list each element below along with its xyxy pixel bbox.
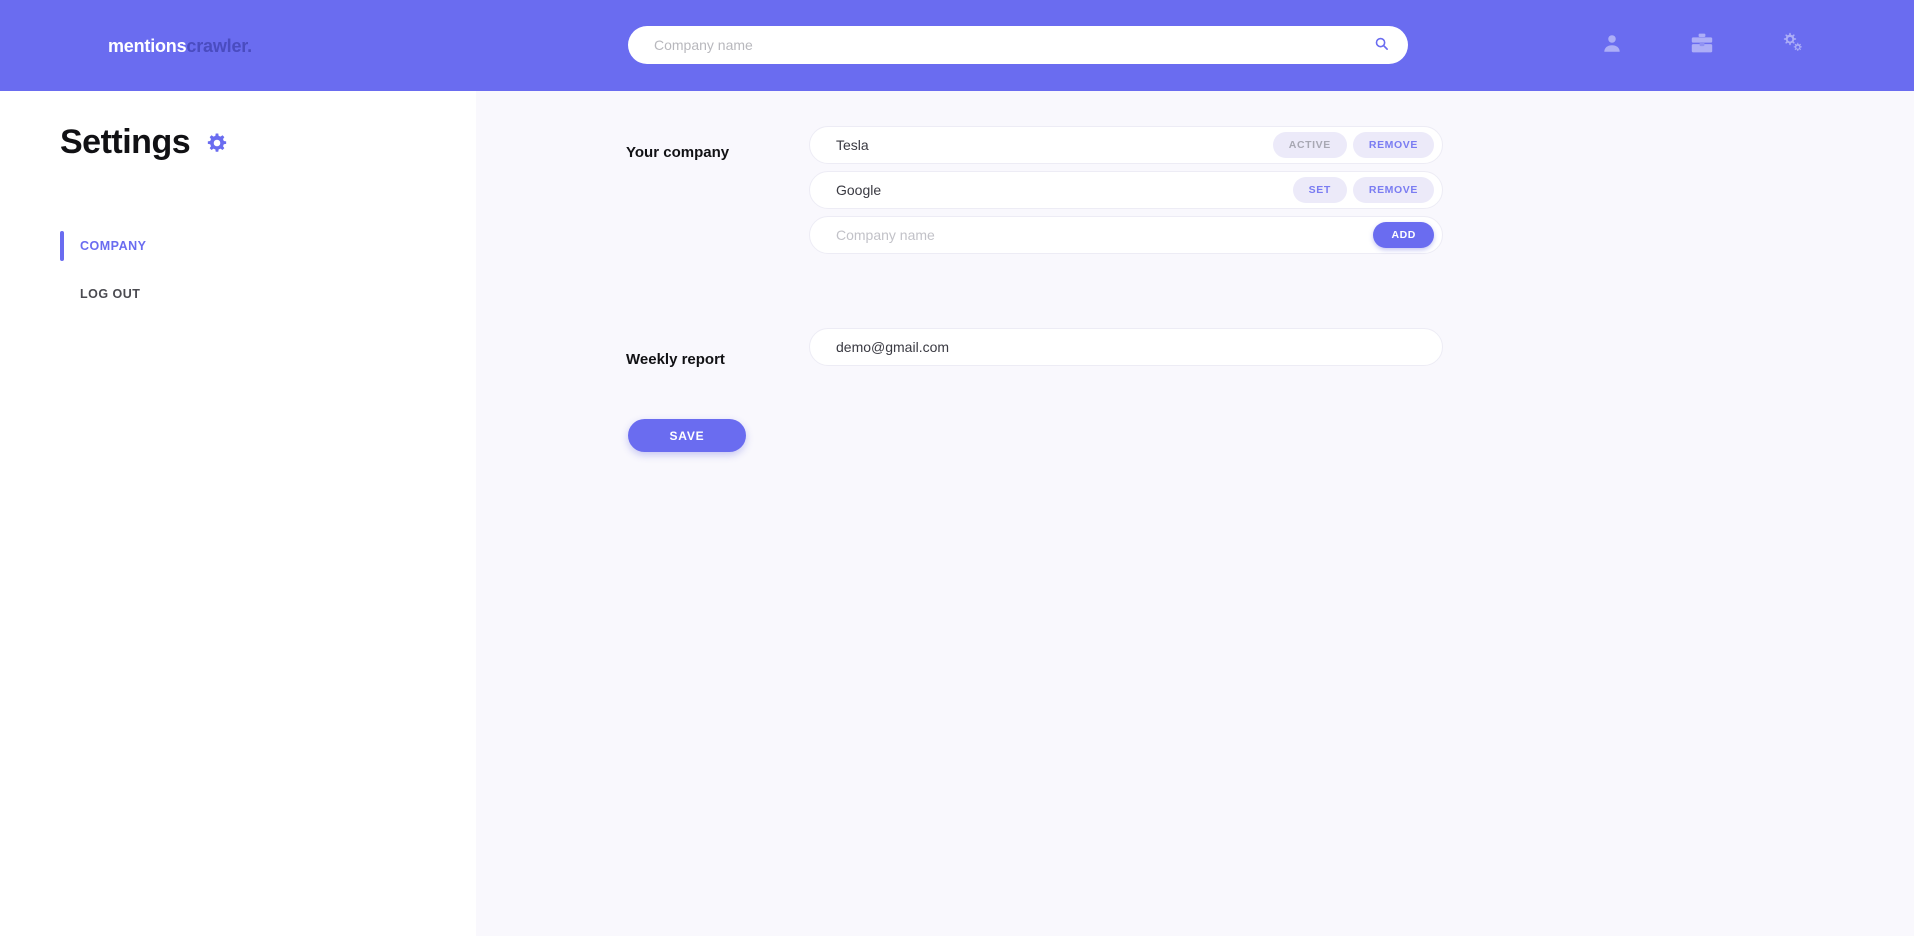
sidebar-item-company-label: COMPANY (80, 239, 147, 253)
your-company-label: Your company (626, 144, 730, 161)
brand-logo[interactable]: mentionscrawler. (108, 36, 252, 57)
add-company-row[interactable]: ADD (809, 216, 1443, 254)
save-button[interactable]: SAVE (628, 419, 746, 452)
page-title: Settings (60, 123, 191, 161)
weekly-report-label: Weekly report (626, 351, 725, 368)
briefcase-icon (1690, 31, 1714, 60)
brand-logo-light: crawler. (186, 36, 252, 56)
header-user-button[interactable] (1598, 32, 1626, 60)
cogs-icon (1780, 31, 1804, 60)
sidebar-item-logout-label: LOG OUT (80, 287, 141, 301)
settings-content: Your company Tesla ACTIVE REMOVE Google … (476, 91, 1914, 936)
search-input[interactable] (654, 37, 1370, 53)
brand-logo-bold: mentions (108, 36, 187, 56)
search-button[interactable] (1370, 34, 1392, 56)
add-company-button[interactable]: ADD (1373, 222, 1434, 248)
weekly-report-email-input[interactable] (836, 339, 1416, 355)
company-status-badge[interactable]: ACTIVE (1272, 132, 1347, 158)
company-row[interactable]: Tesla ACTIVE REMOVE (809, 126, 1443, 164)
sidebar-item-company[interactable]: COMPANY (60, 231, 360, 261)
app-header: mentionscrawler. (0, 0, 1914, 91)
company-remove-button[interactable]: REMOVE (1352, 177, 1434, 203)
page-title-group: Settings (60, 123, 228, 162)
sidebar: Settings COMPANY LOG OUT (0, 91, 476, 936)
sidebar-item-logout[interactable]: LOG OUT (60, 279, 360, 309)
page-body: Settings COMPANY LOG OUT Your company Te… (0, 91, 1914, 936)
header-briefcase-button[interactable] (1688, 32, 1716, 60)
global-search-bar[interactable] (628, 26, 1408, 64)
gear-icon (206, 132, 228, 154)
header-icon-group (1598, 0, 1806, 91)
company-set-button[interactable]: SET (1292, 177, 1347, 203)
company-name: Google (836, 182, 882, 198)
header-settings-button[interactable] (1778, 32, 1806, 60)
add-company-input[interactable] (836, 227, 1368, 243)
company-name: Tesla (836, 137, 869, 153)
company-remove-button[interactable]: REMOVE (1352, 132, 1434, 158)
sidebar-nav: COMPANY LOG OUT (60, 231, 360, 309)
search-icon (1374, 36, 1389, 54)
weekly-report-row[interactable] (809, 328, 1443, 366)
user-icon (1601, 32, 1623, 59)
company-row[interactable]: Google SET REMOVE (809, 171, 1443, 209)
